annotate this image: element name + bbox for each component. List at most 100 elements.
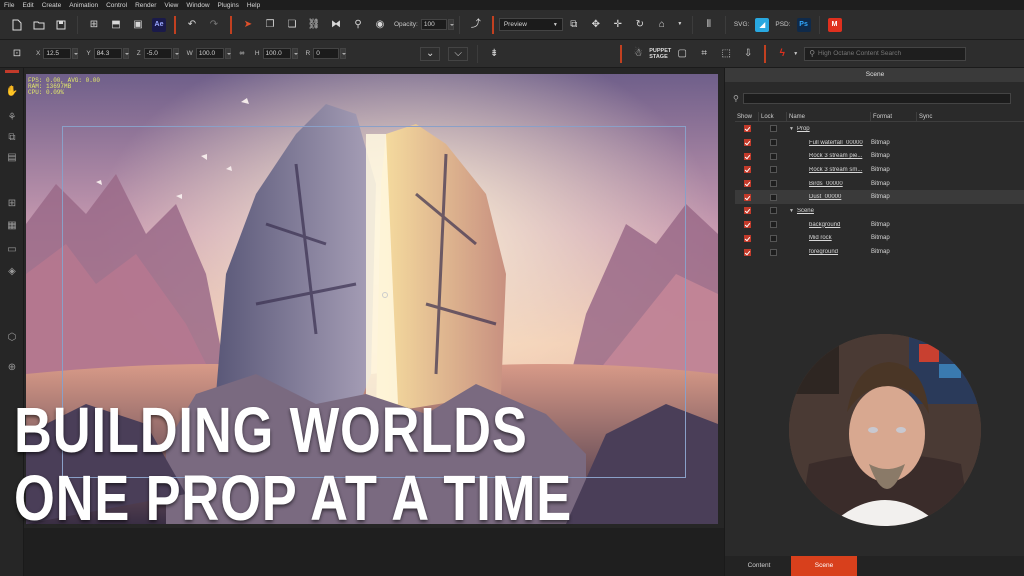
lock-checkbox[interactable] [769, 221, 777, 229]
transform-icon[interactable]: ⊡ [10, 47, 24, 61]
scene-layer-row[interactable]: Rock 3 stream sm... Bitmap [735, 163, 1024, 177]
import-icon[interactable]: ⬒ [109, 18, 123, 32]
menu-item-control[interactable]: Control [102, 2, 131, 9]
expand-caret-icon[interactable]: ▼ [789, 208, 794, 214]
r-input[interactable]: 0 [313, 48, 340, 59]
download-icon[interactable]: ⇩ [741, 47, 755, 61]
export-icon[interactable]: ▣ [131, 18, 145, 32]
preview-dropdown[interactable]: Preview ▼ [498, 18, 563, 31]
lock-checkbox[interactable] [769, 180, 777, 188]
scene-layer-row[interactable]: Rock 3 stream pie... Bitmap [735, 149, 1024, 163]
show-checkbox[interactable] [743, 180, 751, 188]
new-file-icon[interactable] [10, 18, 24, 32]
puppet-icon[interactable]: ☃ [631, 47, 645, 61]
y-spinner[interactable] [122, 48, 129, 59]
save-icon[interactable] [54, 18, 68, 32]
tab-scene[interactable]: Scene [791, 556, 857, 576]
comment-icon[interactable]: ▢ [675, 47, 689, 61]
column-header-name[interactable]: Name [787, 111, 871, 122]
lock-checkbox[interactable] [769, 152, 777, 160]
redo-icon[interactable]: ↷ [207, 18, 221, 32]
lock-checkbox[interactable] [769, 125, 777, 133]
show-checkbox[interactable] [743, 221, 751, 229]
layer-name[interactable]: Scene [797, 208, 814, 214]
bone-icon[interactable]: ⚲ [351, 18, 365, 32]
home-icon[interactable]: ⌂ [655, 18, 669, 32]
h-spinner[interactable] [291, 48, 298, 59]
select-tool-icon[interactable]: ➤ [241, 18, 255, 32]
open-folder-icon[interactable] [32, 18, 46, 32]
menu-item-create[interactable]: Create [38, 2, 66, 9]
x-spinner[interactable] [72, 48, 79, 59]
column-header-sync[interactable]: Sync [917, 112, 977, 122]
menu-item-edit[interactable]: Edit [18, 2, 37, 9]
show-checkbox[interactable] [743, 248, 751, 256]
scene-group-row[interactable]: ▼ Scene [735, 204, 1024, 218]
show-checkbox[interactable] [743, 166, 751, 174]
h-input[interactable]: 100.0 [262, 48, 291, 59]
lock-checkbox[interactable] [769, 234, 777, 242]
content-search-box[interactable]: ⚲ High Octane Content Search [804, 46, 967, 61]
menu-item-plugins[interactable]: Plugins [214, 2, 243, 9]
show-checkbox[interactable] [743, 139, 751, 147]
curve-in-icon[interactable]: ⌄ [420, 46, 441, 61]
lock-checkbox[interactable] [769, 207, 777, 215]
opacity-input[interactable]: 100 [420, 19, 447, 30]
tool-icon-9[interactable]: ⬡ [5, 330, 19, 344]
menu-item-file[interactable]: File [0, 2, 18, 9]
tool-icon-7[interactable]: ▭ [5, 242, 19, 256]
align-icon[interactable]: ⤴ [469, 18, 483, 32]
layer-name[interactable]: Birds_00000 [809, 181, 843, 187]
puppet-stage-button[interactable]: PUPPET STAGE [649, 48, 671, 60]
layer-name[interactable]: foreground [809, 249, 838, 255]
column-header-show[interactable]: Show [735, 111, 759, 122]
menu-item-window[interactable]: Window [182, 2, 213, 9]
rotate-icon[interactable]: ↻ [633, 18, 647, 32]
w-spinner[interactable] [224, 48, 231, 59]
link-icon[interactable]: ⛓ [307, 18, 321, 32]
tab-content[interactable]: Content [727, 556, 791, 576]
content-logo-icon[interactable]: ϟ [775, 47, 789, 61]
lock-checkbox[interactable] [769, 166, 777, 174]
layer-name[interactable]: Prop [797, 126, 810, 132]
lock-checkbox[interactable] [769, 139, 777, 147]
show-checkbox[interactable] [743, 234, 751, 242]
tool-icon-6[interactable]: ▦ [5, 218, 19, 232]
move-icon[interactable]: ✛ [611, 18, 625, 32]
menu-item-render[interactable]: Render [131, 2, 160, 9]
scene-search-input[interactable] [742, 92, 1011, 104]
after-effects-badge[interactable]: Ae [152, 17, 166, 32]
scene-layer-row[interactable]: Full waterfall_00000 Bitmap [735, 136, 1024, 150]
scene-layer-row[interactable]: foreground Bitmap [735, 245, 1024, 259]
cart-icon[interactable]: ⊞ [87, 18, 101, 32]
lock-checkbox[interactable] [769, 248, 777, 256]
eye-icon[interactable]: ◉ [373, 18, 387, 32]
screen-share-icon[interactable]: ⬚ [719, 47, 733, 61]
copy-icon[interactable]: ❐ [263, 18, 277, 32]
mirror-icon[interactable]: ⫴ [702, 18, 716, 32]
layer-name[interactable]: Mid rock [809, 235, 832, 241]
scene-layer-row[interactable]: background Bitmap [735, 218, 1024, 232]
m-badge[interactable]: M [827, 17, 842, 32]
tool-icon-4[interactable]: ▤ [5, 150, 19, 164]
undo-icon[interactable]: ↶ [185, 18, 199, 32]
paste-icon[interactable]: ❏ [285, 18, 299, 32]
scene-layer-row[interactable]: Dust_00000 Bitmap [735, 190, 1024, 205]
column-header-format[interactable]: Format [871, 111, 917, 122]
grab-icon[interactable]: ✥ [589, 18, 603, 32]
r-spinner[interactable] [340, 48, 347, 59]
svg-export-icon[interactable]: ◢ [755, 17, 770, 32]
show-checkbox[interactable] [743, 193, 751, 201]
z-spinner[interactable] [172, 48, 179, 59]
curve-out-icon[interactable]: ⌵ [448, 46, 469, 61]
expand-caret-icon[interactable]: ▼ [789, 126, 794, 132]
layer-name[interactable]: Full waterfall_00000 [809, 140, 863, 146]
pivot-point[interactable] [382, 292, 388, 298]
menu-item-help[interactable]: Help [243, 2, 264, 9]
tool-icon-10[interactable]: ⊕ [5, 360, 19, 374]
opacity-spinner[interactable] [447, 19, 454, 30]
content-dropdown-icon[interactable]: ▼ [793, 51, 798, 57]
show-checkbox[interactable] [743, 207, 751, 215]
show-checkbox[interactable] [743, 125, 751, 133]
crop-icon[interactable]: ⌗ [697, 47, 711, 61]
